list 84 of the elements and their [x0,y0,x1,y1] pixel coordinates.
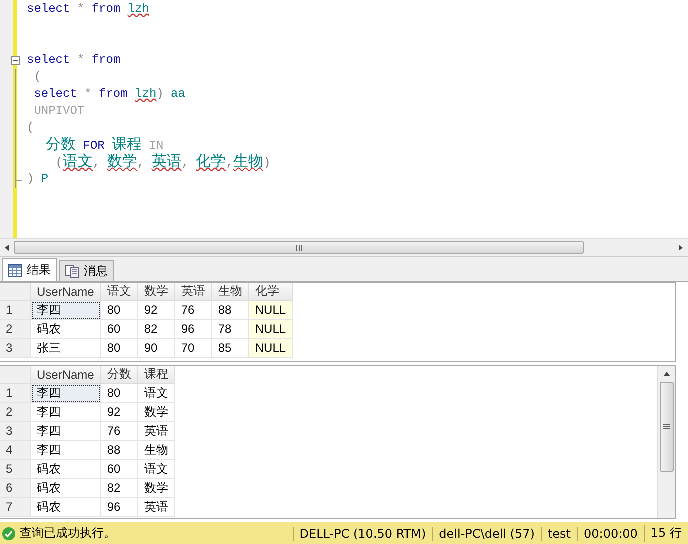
scroll-right-icon[interactable] [677,244,685,252]
corner-header [0,366,30,384]
table-cell: 李四 [30,440,101,460]
row-number[interactable]: 6 [0,478,30,498]
table-cell: 语文 [138,384,175,402]
scroll-up-icon[interactable] [662,370,670,378]
table-cell: 码农 [30,498,101,516]
column-header[interactable]: UserName [30,283,101,300]
table-cell: 80 [100,384,138,402]
table-cell: 70 [174,338,212,358]
table-cell: 82 [138,320,175,338]
table-cell: 李四 [30,422,101,440]
table-cell: 生物 [138,440,175,460]
grip-icon [663,424,670,430]
results-tab[interactable]: 消息 [59,260,114,281]
success-icon [2,526,16,540]
code-line: select * from [27,52,121,69]
table-cell: 82 [100,478,138,498]
code-line: (语文, 数学, 英语, 化学,生物) [54,153,271,172]
table-cell: 60 [100,320,138,338]
table-cell: 90 [138,338,175,358]
table-cell: 92 [138,300,175,320]
row-number[interactable]: 3 [0,338,30,358]
row-number[interactable]: 2 [0,402,30,422]
table-cell: 李四 [30,300,101,320]
table-cell: 76 [100,422,138,440]
column-header[interactable]: 英语 [174,283,212,300]
document-icon [65,264,79,278]
table-cell: 96 [100,498,138,516]
table-cell: NULL [248,338,293,358]
table-cell: 码农 [30,460,101,478]
table-cell: 李四 [30,384,101,402]
column-header[interactable]: 课程 [138,366,175,384]
table-cell: 张三 [30,338,101,358]
table-cell: 码农 [30,320,101,338]
table-cell: 80 [100,300,138,320]
row-number[interactable]: 5 [0,460,30,478]
column-header[interactable]: 数学 [138,283,175,300]
database-name: test [540,526,577,540]
table-cell: 数学 [138,478,175,498]
table-cell: 英语 [138,498,175,516]
column-header[interactable]: UserName [30,366,101,384]
code-line: 分数 FOR 课程 IN [45,136,164,154]
column-header[interactable]: 语文 [100,283,138,300]
table-cell: NULL [248,320,293,338]
row-number[interactable]: 4 [0,440,30,460]
user-name: dell-PC\dell (57) [432,526,541,540]
scroll-left-icon[interactable] [3,244,11,252]
row-count: 15 行 [644,525,688,542]
column-header[interactable]: 生物 [212,283,249,300]
table-cell: 88 [100,440,138,460]
code-line: select * from lzh) aa [33,86,186,103]
row-number[interactable]: 7 [0,498,30,516]
code-line: ( [33,69,42,86]
row-number[interactable]: 1 [0,300,30,320]
scrollbar-thumb[interactable] [14,241,584,254]
table-cell: 60 [100,460,138,478]
scrollbar-thumb[interactable] [660,382,674,472]
grip-icon [296,244,302,250]
status-message: 查询已成功执行。 [20,525,116,542]
table-cell: 92 [100,402,138,422]
table-cell: 数学 [138,402,175,422]
results-tab[interactable]: 结果 [2,258,57,281]
code-line: ( [27,120,34,137]
grid-icon [8,264,22,276]
table-cell: 码农 [30,478,101,498]
table-cell: 96 [174,320,212,338]
code-line: select * from lzh [27,1,150,18]
table-cell: NULL [248,300,293,320]
server-name: DELL-PC (10.50 RTM) [292,526,432,540]
column-header[interactable]: 化学 [248,283,293,300]
code-line: ) P [27,171,49,188]
table-cell: 语文 [138,460,175,478]
row-number[interactable]: 1 [0,384,30,402]
collapse-icon[interactable] [11,56,20,65]
code-line: UNPIVOT [33,103,85,120]
table-cell: 英语 [138,422,175,440]
table-cell: 李四 [30,402,101,422]
table-cell: 80 [100,338,138,358]
elapsed-time: 00:00:00 [577,526,644,540]
row-number[interactable]: 2 [0,320,30,338]
row-number[interactable]: 3 [0,422,30,440]
table-cell: 76 [174,300,212,320]
column-header[interactable]: 分数 [100,366,138,384]
